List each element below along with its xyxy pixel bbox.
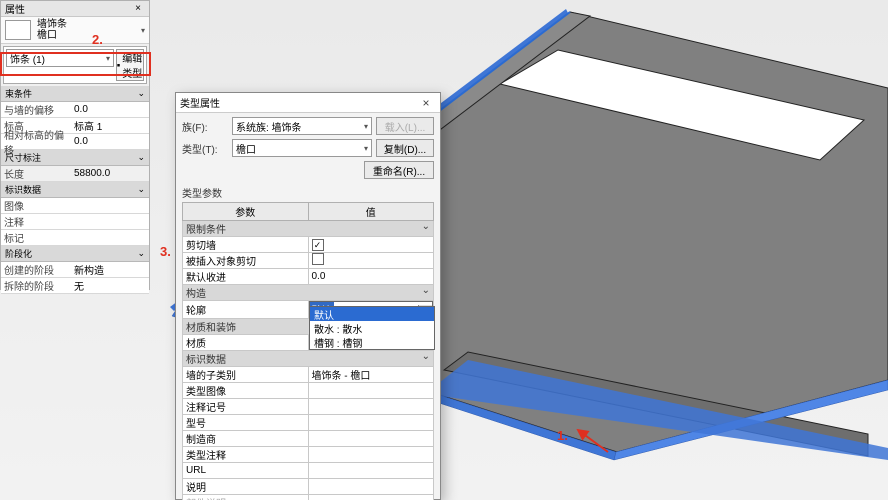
prop-row: 长度58800.0	[1, 166, 149, 182]
load-button: 载入(L)...	[376, 117, 434, 135]
section-phase[interactable]: 阶段化⌄	[1, 246, 149, 262]
prop-row: 创建的阶段新构造	[1, 262, 149, 278]
family-label: 族(F):	[182, 119, 228, 134]
chevron-down-icon: ▾	[364, 144, 368, 153]
dropdown-option[interactable]: 槽钢 : 槽钢	[310, 335, 434, 349]
type-label: 类型(T):	[182, 141, 228, 156]
prop-row: 图像	[1, 198, 149, 214]
param-row: 注释记号	[183, 399, 434, 415]
param-group[interactable]: 限制条件⌄	[183, 221, 434, 237]
close-icon[interactable]: ×	[131, 3, 145, 14]
param-row: 制造商	[183, 431, 434, 447]
properties-title: 属性	[5, 1, 25, 16]
prop-row: 相对标高的偏移0.0	[1, 134, 149, 150]
annotation-2: 2.	[92, 32, 103, 47]
profile-dropdown[interactable]: 默认 散水 : 散水 槽钢 : 槽钢	[309, 306, 435, 350]
param-row: 部件说明	[183, 495, 434, 500]
type-thumb-text: 墙饰条 檐口	[37, 19, 67, 41]
param-row: URL	[183, 463, 434, 479]
chevron-down-icon[interactable]: ▾	[141, 26, 145, 35]
checkbox-icon	[312, 253, 324, 265]
prop-row: 与墙的偏移0.0	[1, 102, 149, 118]
prop-row: 标记	[1, 230, 149, 246]
type-params-label: 类型参数	[182, 185, 434, 200]
type-thumb-icon	[5, 20, 31, 40]
annotation-3: 3.	[160, 244, 171, 259]
prop-row: 注释	[1, 214, 149, 230]
annotation-1: 1.	[557, 428, 568, 443]
dialog-titlebar[interactable]: 类型属性 ×	[176, 93, 440, 113]
type-combo[interactable]: 檐口 ▾	[232, 139, 372, 157]
param-row: 墙的子类别墙饰条 - 檐口	[183, 367, 434, 383]
param-group[interactable]: 构造⌄	[183, 285, 434, 301]
prop-row: 拆除的阶段无	[1, 278, 149, 294]
param-row: 默认收进0.0	[183, 269, 434, 285]
checkbox-icon: ✓	[312, 239, 324, 251]
family-combo[interactable]: 系统族: 墙饰条 ▾	[232, 117, 372, 135]
param-row: 说明	[183, 479, 434, 495]
rename-button[interactable]: 重命名(R)...	[364, 161, 434, 179]
section-idata[interactable]: 标识数据⌄	[1, 182, 149, 198]
duplicate-button[interactable]: 复制(D)...	[376, 139, 434, 157]
arrow-icon	[572, 426, 612, 456]
chevron-down-icon: ▾	[364, 122, 368, 131]
col-value: 值	[308, 203, 434, 221]
param-row: 型号	[183, 415, 434, 431]
section-dims[interactable]: 尺寸标注⌄	[1, 150, 149, 166]
col-param: 参数	[183, 203, 309, 221]
type-thumb-row[interactable]: 墙饰条 檐口 ▾	[1, 17, 149, 44]
param-row: 剪切墙✓	[183, 237, 434, 253]
type-params-table: 参数 值 限制条件⌄ 剪切墙✓ 被插入对象剪切 默认收进0.0 构造⌄ 轮廓 默…	[182, 202, 434, 500]
dropdown-option[interactable]: 默认	[310, 307, 434, 321]
param-row: 类型注释	[183, 447, 434, 463]
properties-palette: 属性 × 墙饰条 檐口 ▾ 饰条 (1) ▾ 🞍 编辑类型 束条件⌄ 与墙的偏移…	[0, 0, 150, 290]
param-row: 被插入对象剪切	[183, 253, 434, 269]
param-row: 类型图像	[183, 383, 434, 399]
highlight-box-2	[0, 52, 151, 76]
param-group[interactable]: 标识数据⌄	[183, 351, 434, 367]
dropdown-option[interactable]: 散水 : 散水	[310, 321, 434, 335]
type-properties-dialog: 类型属性 × 族(F): 系统族: 墙饰条 ▾ 载入(L)... 类型(T): …	[175, 92, 441, 500]
section-constraints[interactable]: 束条件⌄	[1, 86, 149, 102]
close-icon[interactable]: ×	[416, 96, 436, 110]
